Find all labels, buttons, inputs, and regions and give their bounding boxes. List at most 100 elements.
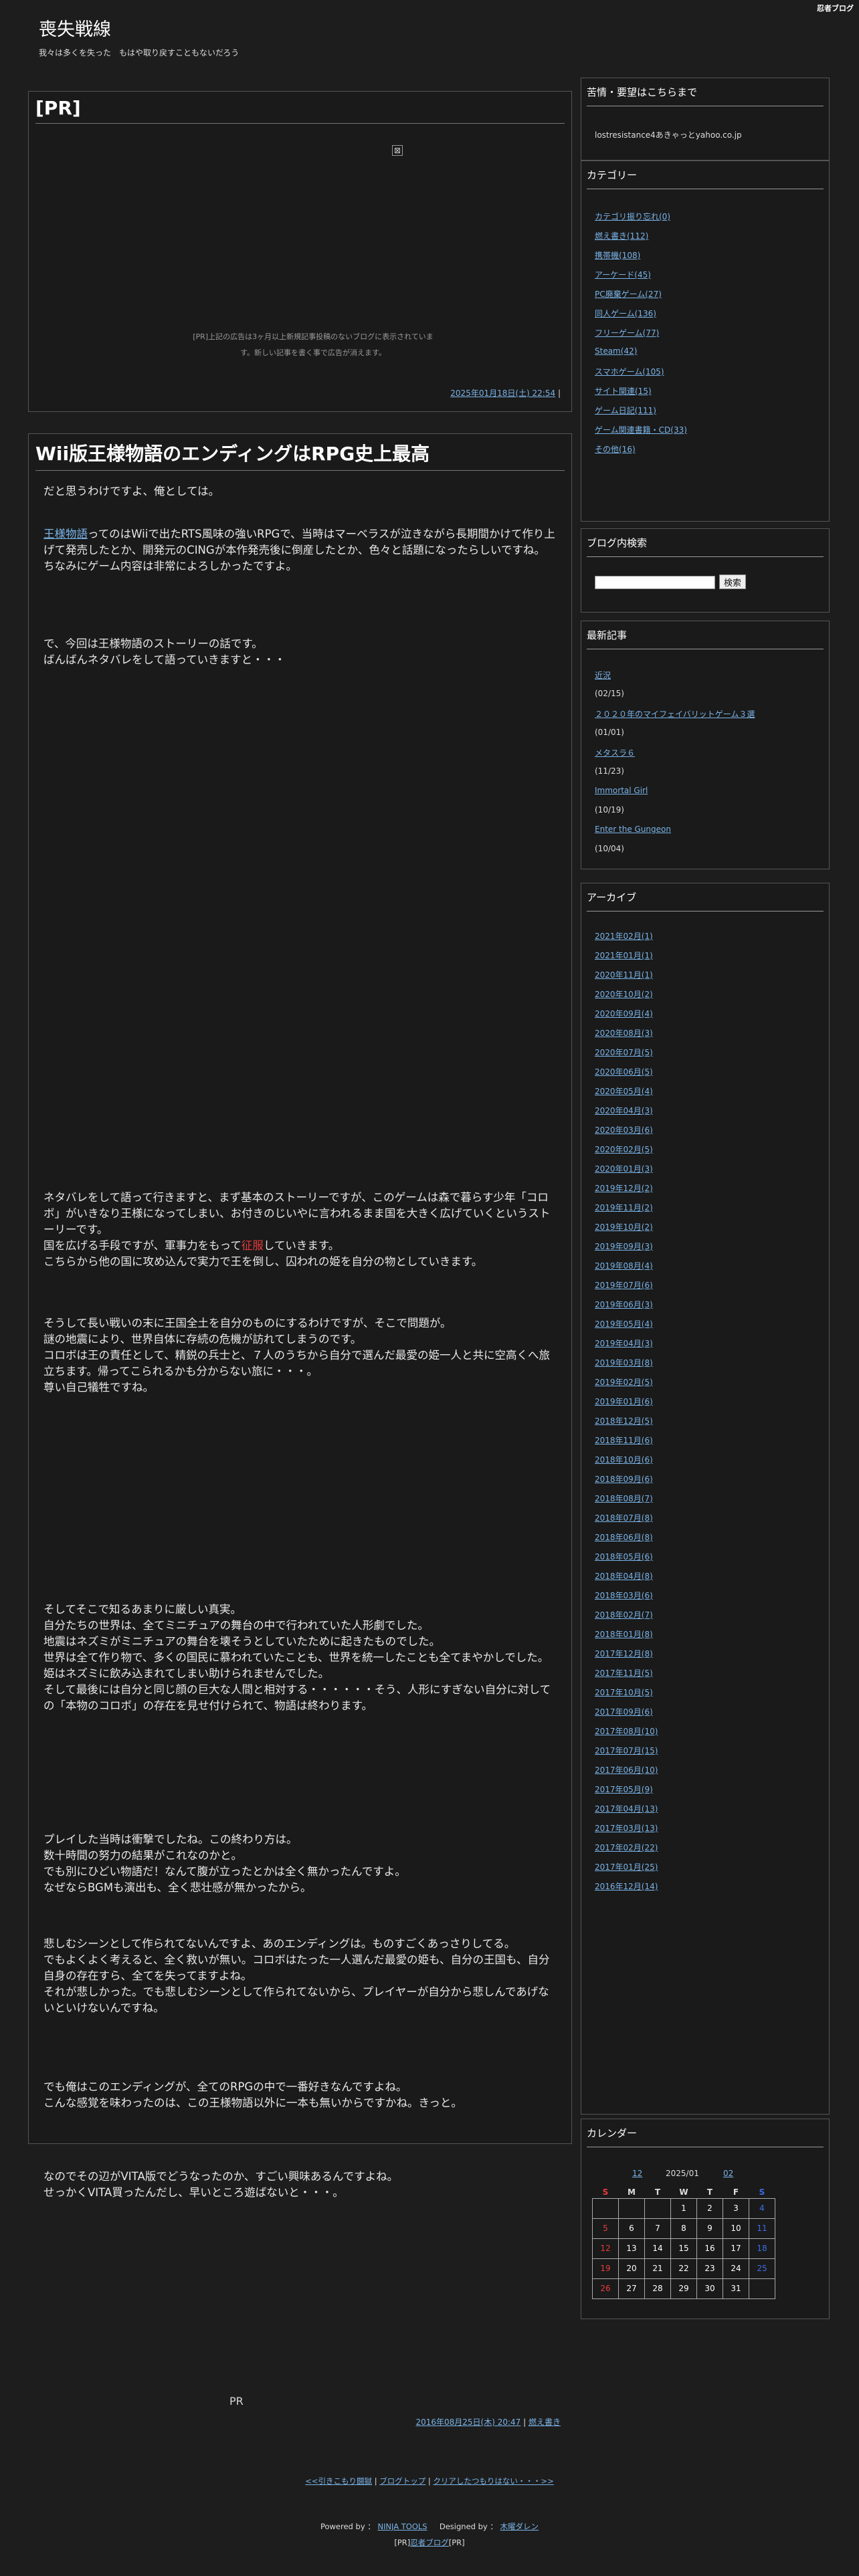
archive-link[interactable]: 2019年09月(3) <box>595 1242 653 1251</box>
archive-link[interactable]: 2019年03月(8) <box>595 1358 653 1368</box>
calendar-prev-month[interactable]: 12 <box>632 2169 642 2178</box>
calendar-day: 10 <box>723 2218 749 2239</box>
post-line: ばんばんネタバレをして語っていきますと・・・ <box>43 653 286 666</box>
archive-link[interactable]: 2018年06月(8) <box>595 1533 653 1542</box>
weekday-header: S <box>602 2187 609 2197</box>
archive-link[interactable]: 2020年04月(3) <box>595 1106 653 1115</box>
archive-link[interactable]: 2018年04月(8) <box>595 1572 653 1581</box>
calendar-day: 23 <box>696 2258 723 2279</box>
pr-post-date-link[interactable]: 2025年01月18日(土) 22:54 <box>450 389 555 398</box>
archive-link[interactable]: 2018年02月(7) <box>595 1610 653 1620</box>
archive-link[interactable]: 2017年12月(8) <box>595 1649 653 1658</box>
post-category-link[interactable]: 燃え書き <box>529 2418 561 2427</box>
contact-title: 苦情・要望はこちらまで <box>587 85 824 106</box>
archive-link[interactable]: 2020年05月(4) <box>595 1087 653 1096</box>
archive-link[interactable]: 2019年02月(5) <box>595 1378 653 1387</box>
designer-link[interactable]: 木曜ダレン <box>500 2522 539 2531</box>
archive-link[interactable]: 2021年01月(1) <box>595 951 653 960</box>
recent-post-item: メタスラ６ <box>595 747 755 766</box>
archive-link[interactable]: 2020年08月(3) <box>595 1029 653 1038</box>
recent-post-link[interactable]: 近況 <box>595 671 611 680</box>
red-emphasis: 征服 <box>241 1239 264 1252</box>
category-link[interactable]: 燃え書き(112) <box>595 231 648 241</box>
blog-top-link[interactable]: ブログトップ <box>379 2476 425 2486</box>
calendar-day: 16 <box>696 2238 723 2259</box>
archive-link[interactable]: 2019年01月(6) <box>595 1397 653 1406</box>
category-link[interactable]: 携帯機(108) <box>595 251 640 260</box>
archive-link[interactable]: 2017年11月(5) <box>595 1669 653 1678</box>
archive-link[interactable]: 2019年06月(3) <box>595 1300 653 1309</box>
archive-link[interactable]: 2017年06月(10) <box>595 1765 658 1775</box>
next-post-link[interactable]: クリアしたつもりはない・・・>> <box>433 2476 553 2486</box>
archive-link[interactable]: 2020年01月(3) <box>595 1164 653 1174</box>
archive-link[interactable]: 2021年02月(1) <box>595 932 653 941</box>
calendar-next-month[interactable]: 02 <box>723 2169 733 2178</box>
category-link[interactable]: スマホゲーム(105) <box>595 367 664 377</box>
archive-link[interactable]: 2020年03月(6) <box>595 1125 653 1135</box>
post-line: なのでその辺がVITA版でどうなったのか、すごい興味あるんですよね。 <box>43 2170 399 2183</box>
category-link[interactable]: その他(16) <box>595 445 636 454</box>
archive-link[interactable]: 2019年04月(3) <box>595 1339 653 1348</box>
category-link[interactable]: フリーゲーム(77) <box>595 328 659 338</box>
category-link[interactable]: アーケード(45) <box>595 270 651 280</box>
archive-link[interactable]: 2017年05月(9) <box>595 1785 653 1794</box>
archive-link[interactable]: 2018年12月(5) <box>595 1416 653 1426</box>
ninja-tools-link[interactable]: NINJA TOOLS <box>377 2522 427 2531</box>
archive-link[interactable]: 2017年04月(13) <box>595 1804 658 1814</box>
category-link[interactable]: Steam(42) <box>595 346 637 356</box>
archive-item: 2018年10月(6) <box>595 1454 658 1473</box>
ninja-blog-footer-link[interactable]: 忍者ブログ <box>410 2538 449 2547</box>
archive-link[interactable]: 2018年07月(8) <box>595 1513 653 1523</box>
archive-link[interactable]: 2017年07月(15) <box>595 1746 658 1755</box>
game-title-link[interactable]: 王様物語 <box>43 528 88 540</box>
archive-link[interactable]: 2018年05月(6) <box>595 1552 653 1562</box>
archive-link[interactable]: 2019年08月(4) <box>595 1261 653 1271</box>
post-paragraph: 王様物語ってのはWiiで出たRTS風味の強いRPGで、当時はマーベラスが泣きなが… <box>43 526 557 574</box>
archive-link[interactable]: 2016年12月(14) <box>595 1882 658 1891</box>
contact-email: lostresistance4あきゃっとyahoo.co.jp <box>595 130 742 140</box>
archive-link[interactable]: 2018年09月(6) <box>595 1475 653 1484</box>
archive-link[interactable]: 2020年11月(1) <box>595 970 653 980</box>
archive-link[interactable]: 2020年07月(5) <box>595 1048 653 1057</box>
recent-post-link[interactable]: Enter the Gungeon <box>595 825 671 834</box>
archive-link[interactable]: 2017年02月(22) <box>595 1843 658 1852</box>
archive-link[interactable]: 2018年10月(6) <box>595 1455 653 1465</box>
archive-link[interactable]: 2018年11月(6) <box>595 1436 653 1445</box>
search-input[interactable] <box>595 576 715 589</box>
archive-link[interactable]: 2020年02月(5) <box>595 1145 653 1154</box>
archive-link[interactable]: 2018年08月(7) <box>595 1494 653 1503</box>
archive-item: 2017年05月(9) <box>595 1784 658 1803</box>
recent-post-link[interactable]: ２０２０年のマイフェイバリットゲーム３選 <box>595 710 755 719</box>
archive-link[interactable]: 2017年09月(6) <box>595 1707 653 1717</box>
post-date-link[interactable]: 2016年08月25日(木) 20:47 <box>415 2418 520 2427</box>
category-link[interactable]: ゲーム関連書籍・CD(33) <box>595 425 687 435</box>
calendar-week-row: 1234 <box>592 2197 775 2219</box>
archive-link[interactable]: 2019年07月(6) <box>595 1281 653 1290</box>
category-link[interactable]: ゲーム日記(111) <box>595 406 656 415</box>
archive-link[interactable]: 2017年08月(10) <box>595 1727 658 1736</box>
archive-link[interactable]: 2017年10月(5) <box>595 1688 653 1697</box>
category-link[interactable]: 同人ゲーム(136) <box>595 309 656 318</box>
archive-link[interactable]: 2019年11月(2) <box>595 1203 653 1212</box>
archive-link[interactable]: 2020年09月(4) <box>595 1009 653 1018</box>
recent-post-link[interactable]: Immortal Girl <box>595 786 648 795</box>
archive-link[interactable]: 2019年05月(4) <box>595 1319 653 1329</box>
search-button[interactable]: 検索 <box>719 574 747 589</box>
archive-link[interactable]: 2017年03月(13) <box>595 1824 658 1833</box>
category-link[interactable]: カテゴリ振り忘れ(0) <box>595 212 670 221</box>
archive-link[interactable]: 2020年10月(2) <box>595 990 653 999</box>
archive-link[interactable]: 2018年01月(8) <box>595 1630 653 1639</box>
archive-item: 2017年08月(10) <box>595 1725 658 1745</box>
footer-pr: [PR]忍者ブログ[PR] <box>0 2537 859 2548</box>
category-link[interactable]: サイト関連(15) <box>595 387 652 396</box>
archive-link[interactable]: 2017年01月(25) <box>595 1862 658 1872</box>
archive-link[interactable]: 2019年10月(2) <box>595 1222 653 1232</box>
archive-link[interactable]: 2018年03月(6) <box>595 1591 653 1600</box>
archive-link[interactable]: 2019年12月(2) <box>595 1184 653 1193</box>
category-link[interactable]: PC廃棄ゲーム(27) <box>595 290 662 299</box>
post-paragraph: そしてそこで知るあまりに厳しい真実。 自分たちの世界は、全てミニチュアの舞台の中… <box>43 1602 557 1714</box>
recent-post-link[interactable]: メタスラ６ <box>595 748 635 758</box>
prev-post-link[interactable]: <<引きこもり闘獄 <box>305 2476 372 2486</box>
archive-link[interactable]: 2020年06月(5) <box>595 1067 653 1077</box>
site-title[interactable]: 喪失戦線 <box>39 15 111 41</box>
